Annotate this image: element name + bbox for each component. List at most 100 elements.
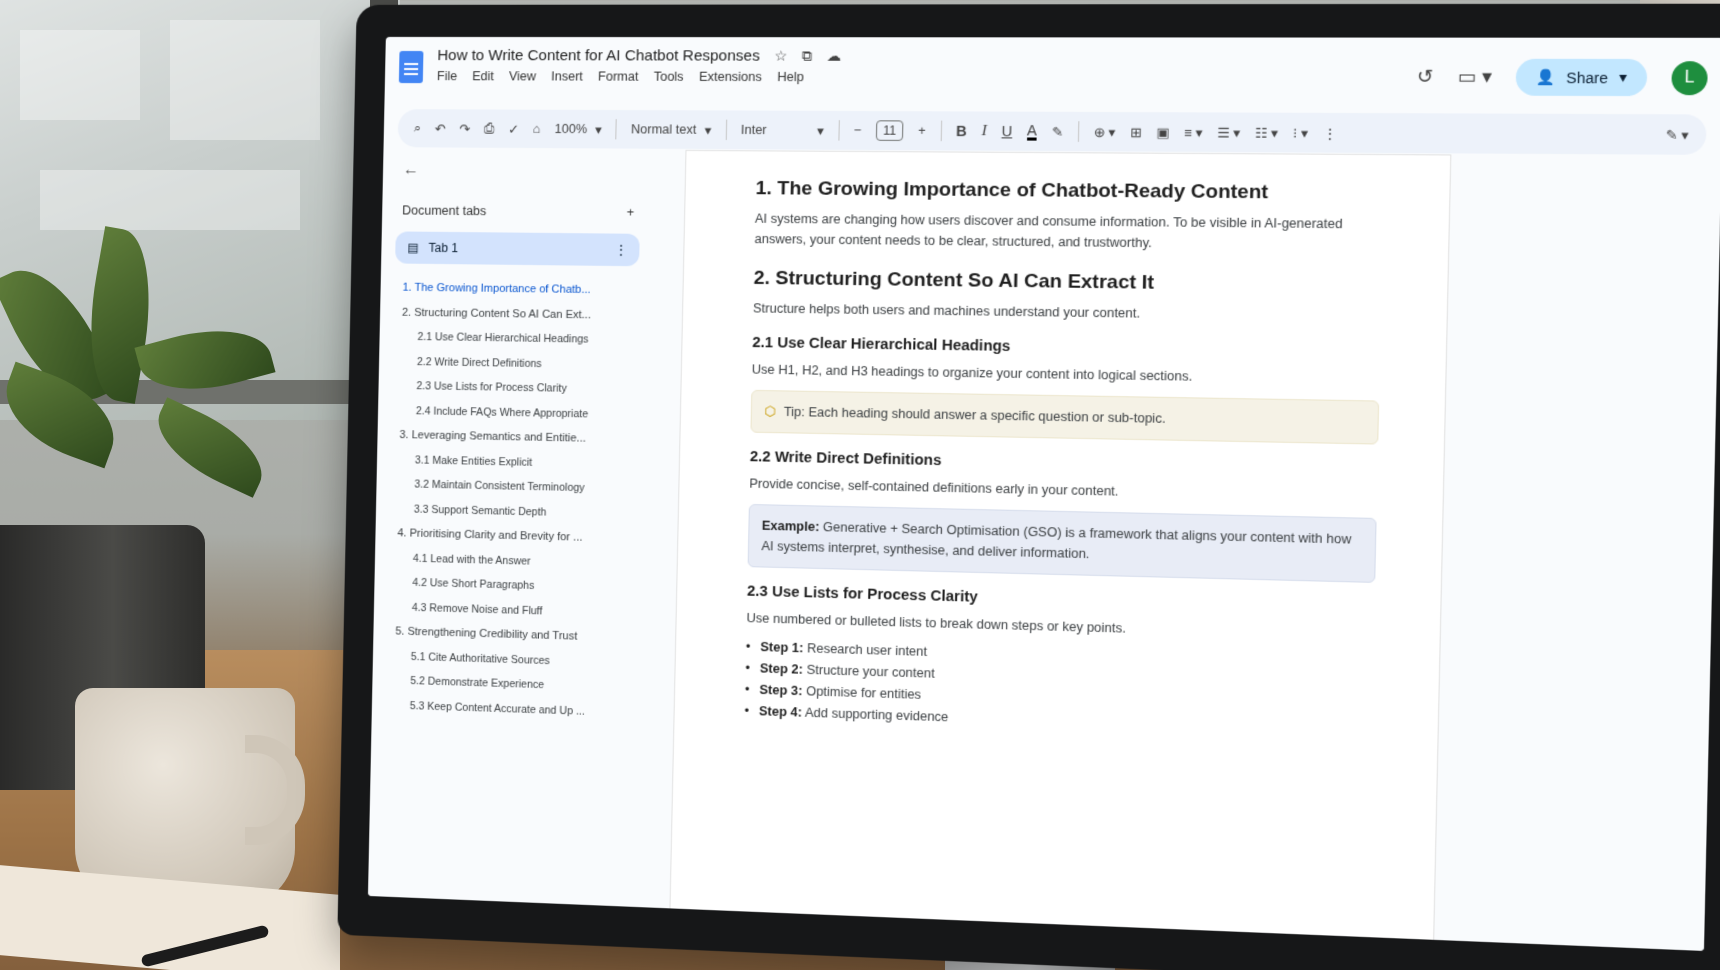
increase-font-icon[interactable]: +: [918, 124, 926, 138]
redo-icon[interactable]: ↷: [459, 121, 470, 136]
outline-item[interactable]: 1. The Growing Importance of Chatb...: [394, 276, 639, 304]
line-spacing-icon[interactable]: ☰ ▾: [1217, 124, 1240, 140]
style-value: Normal text: [630, 122, 697, 137]
divider: [940, 120, 942, 142]
zoom-select[interactable]: 100% ▾: [554, 121, 601, 137]
document-outline-sidebar: ← Document tabs + ▤ Tab 1 ⋮ 1. The Growi…: [368, 149, 656, 907]
editing-mode-icon[interactable]: ✎ ▾: [1665, 126, 1688, 143]
menu-file[interactable]: File: [437, 69, 457, 83]
menu-format[interactable]: Format: [598, 69, 639, 83]
document-title[interactable]: How to Write Content for AI Chatbot Resp…: [437, 47, 760, 65]
example-callout: Example: Generative + Search Optimisatio…: [747, 503, 1377, 583]
align-icon[interactable]: ≡ ▾: [1184, 124, 1203, 140]
share-label: Share: [1566, 68, 1609, 86]
font-size-input[interactable]: 11: [875, 120, 904, 141]
example-label: Example:: [761, 518, 820, 535]
spellcheck-icon[interactable]: ✓: [508, 121, 519, 136]
formatting-toolbar: ⌕ ↶ ↷ ⎙ ✓ ⌂ 100% ▾ Normal text ▾ Inter ▾ − …: [397, 109, 1707, 155]
docs-header: How to Write Content for AI Chatbot Resp…: [384, 37, 1720, 112]
undo-icon[interactable]: ↶: [435, 121, 446, 136]
menu-tools[interactable]: Tools: [654, 70, 684, 84]
menu-view[interactable]: View: [509, 69, 536, 83]
chevron-down-icon: ▾: [1618, 68, 1628, 86]
step-label: Step 1:: [760, 639, 804, 656]
header-actions: ↺ ▭ ▾ 👤 Share ▾ L: [1416, 58, 1708, 97]
text-color-button[interactable]: A: [1026, 121, 1037, 141]
step-label: Step 2:: [759, 661, 804, 677]
tab-label: Tab 1: [428, 240, 459, 256]
step-label: Step 4:: [758, 704, 803, 720]
star-icon[interactable]: ☆: [774, 47, 787, 64]
paragraph-structure: Structure helps both users and machines …: [752, 301, 1141, 321]
step-text: Add supporting evidence: [801, 705, 949, 725]
heading-1-importance: 1. The Growing Importance of Chatbot-Rea…: [755, 177, 1269, 204]
monitor: How to Write Content for AI Chatbot Resp…: [337, 3, 1720, 970]
heading-2-structuring: 2. Structuring Content So AI Can Extract…: [753, 267, 1155, 294]
chevron-down-icon: ▾: [704, 123, 712, 138]
insert-link-icon[interactable]: ⊕ ▾: [1094, 124, 1116, 140]
tab-menu-icon[interactable]: ⋮: [615, 243, 628, 257]
example-text: Generative + Search Optimisation (GSO) i…: [761, 519, 1352, 562]
underline-button[interactable]: U: [1001, 123, 1012, 140]
checklist-icon[interactable]: ☷ ▾: [1255, 125, 1278, 141]
menu-extensions[interactable]: Extensions: [699, 70, 762, 84]
outline-item[interactable]: 2.1 Use Clear Hierarchical Headings: [393, 325, 637, 353]
divider: [725, 119, 727, 140]
print-icon[interactable]: ⎙: [484, 121, 494, 136]
tip-callout: ⬡ Tip: Each heading should answer a spec…: [750, 389, 1380, 445]
divider: [615, 119, 618, 140]
tip-text: Tip: Each heading should answer a specif…: [783, 404, 1166, 426]
menu-edit[interactable]: Edit: [472, 69, 494, 83]
menu-bar: File Edit View Insert Format Tools Exten…: [437, 69, 841, 84]
highlight-icon[interactable]: ✎: [1052, 124, 1063, 140]
insert-image-icon[interactable]: ▣: [1156, 124, 1169, 140]
tab-1[interactable]: ▤ Tab 1 ⋮: [395, 231, 640, 267]
chevron-down-icon: ▾: [816, 123, 824, 138]
outline-list: 1. The Growing Importance of Chatb... 2. …: [386, 276, 639, 726]
document-page[interactable]: 1. The Growing Importance of Chatbot-Rea…: [670, 150, 1451, 940]
tab-doc-icon: ▤: [407, 240, 419, 255]
paragraph-headings: Use H1, H2, and H3 headings to organize …: [751, 362, 1193, 384]
title-block: How to Write Content for AI Chatbot Resp…: [437, 47, 842, 84]
heading-2-1: 2.1 Use Clear Hierarchical Headings: [752, 334, 1011, 356]
paragraph-intro: AI systems are changing how users discov…: [754, 211, 1343, 251]
step-text: Optimise for entities: [802, 683, 922, 702]
share-person-icon: 👤: [1535, 68, 1556, 86]
step-text: Research user intent: [803, 641, 928, 659]
bulleted-list-icon[interactable]: ⁝ ▾: [1293, 125, 1308, 141]
steps-list: Step 1: Research user intent Step 2: Str…: [744, 636, 1373, 742]
italic-button[interactable]: I: [981, 122, 987, 140]
outline-item[interactable]: 2. Structuring Content So AI Can Ext...: [394, 300, 639, 328]
decrease-font-icon[interactable]: −: [854, 123, 862, 137]
move-folder-icon[interactable]: ⧉: [802, 47, 813, 64]
history-icon[interactable]: ↺: [1417, 66, 1434, 88]
heading-2-2: 2.2 Write Direct Definitions: [749, 448, 942, 470]
add-comment-icon[interactable]: ⊞: [1130, 124, 1142, 140]
font-value: Inter: [740, 122, 767, 138]
divider: [837, 120, 840, 141]
share-button[interactable]: 👤 Share ▾: [1515, 58, 1648, 97]
lightbulb-icon: ⬡: [764, 404, 776, 419]
screen: How to Write Content for AI Chatbot Resp…: [367, 36, 1720, 951]
outline-item[interactable]: 2.3 Use Lists for Process Clarity: [392, 374, 636, 403]
document-tabs-header: Document tabs +: [396, 203, 640, 219]
paint-format-icon[interactable]: ⌂: [533, 122, 541, 136]
cloud-status-icon[interactable]: ☁: [826, 47, 841, 64]
workspace: ← Document tabs + ▤ Tab 1 ⋮ 1. The Growi…: [367, 149, 1720, 951]
add-tab-icon[interactable]: +: [626, 205, 634, 219]
style-select[interactable]: Normal text ▾: [630, 122, 712, 138]
more-options-icon[interactable]: ⋮: [1323, 125, 1337, 141]
step-text: Structure your content: [802, 662, 935, 681]
back-arrow-icon[interactable]: ←: [403, 161, 641, 181]
search-menus-icon[interactable]: ⌕: [414, 121, 421, 136]
menu-insert[interactable]: Insert: [551, 69, 583, 83]
zoom-value: 100%: [554, 121, 588, 137]
docs-logo-icon[interactable]: [398, 50, 424, 84]
font-select[interactable]: Inter ▾: [741, 122, 824, 138]
divider: [1077, 121, 1080, 142]
comments-icon[interactable]: ▭ ▾: [1457, 66, 1492, 88]
menu-help[interactable]: Help: [777, 70, 804, 84]
avatar[interactable]: L: [1671, 60, 1708, 95]
bold-button[interactable]: B: [956, 123, 967, 140]
paragraph-definitions: Provide concise, self-contained definiti…: [749, 476, 1119, 499]
